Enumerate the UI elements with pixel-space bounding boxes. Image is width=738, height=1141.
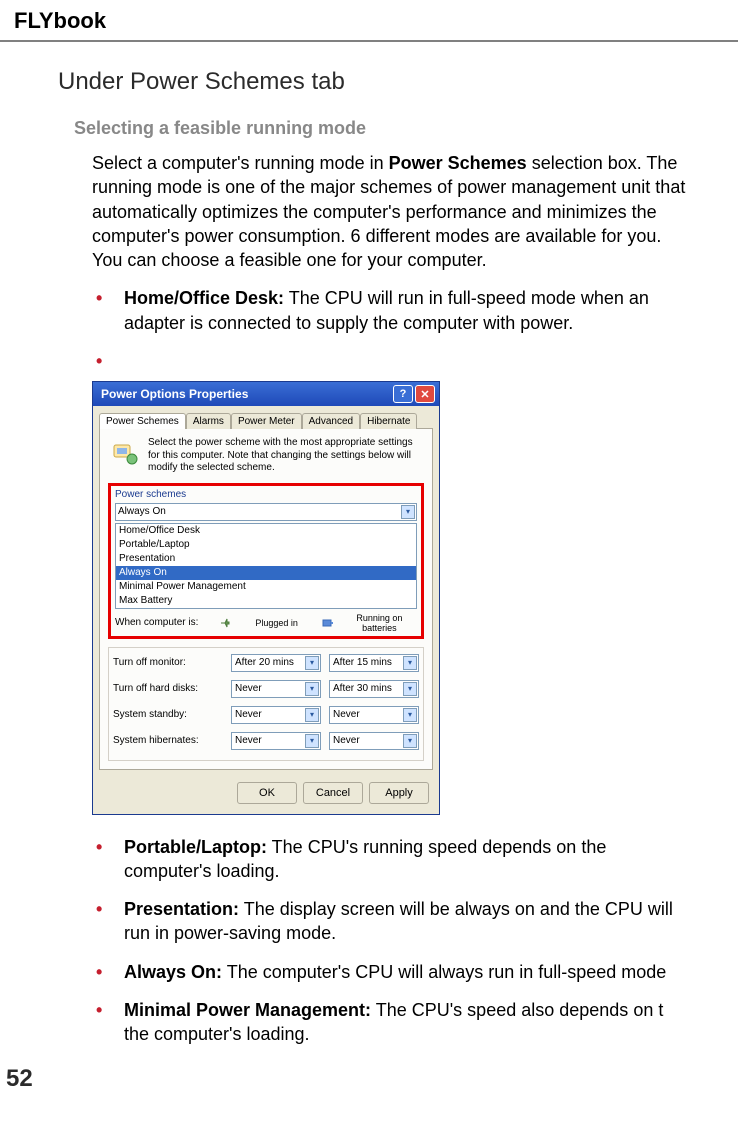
monitor-plugged-select[interactable]: After 20 mins ▾ [231, 654, 321, 672]
select-value: Never [235, 683, 262, 694]
mode-label: Presentation: [124, 899, 239, 919]
titlebar: Power Options Properties ? ✕ [93, 382, 439, 406]
hibernate-battery-select[interactable]: Never ▾ [329, 732, 419, 750]
harddisk-battery-select[interactable]: After 30 mins ▾ [329, 680, 419, 698]
intro-text-bold: Power Schemes [389, 153, 527, 173]
when-label: When computer is: [115, 617, 212, 628]
close-button[interactable]: ✕ [415, 385, 435, 403]
help-button[interactable]: ? [393, 385, 413, 403]
battery-icon [320, 615, 335, 631]
section-heading: Under Power Schemes tab [58, 68, 690, 96]
option-portable-laptop[interactable]: Portable/Laptop [116, 538, 416, 552]
select-value: After 20 mins [235, 657, 294, 668]
plugged-header: Plugged in [239, 618, 314, 628]
apply-button[interactable]: Apply [369, 782, 429, 804]
settings-group: Turn off monitor: After 20 mins ▾ After 1… [108, 647, 424, 761]
brand-logo: FLYbook [14, 8, 106, 33]
option-max-battery[interactable]: Max Battery [116, 594, 416, 608]
tab-body: Select the power scheme with the most ap… [99, 428, 433, 770]
page-number: 52 [6, 1065, 33, 1093]
plug-icon [218, 615, 233, 631]
mode-item: Minimal Power Management: The CPU's spee… [96, 998, 690, 1047]
modes-list-before: Home/Office Desk: The CPU will run in fu… [96, 286, 690, 367]
group-label: Power schemes [115, 489, 417, 500]
chevron-down-icon: ▾ [401, 505, 415, 519]
tab-alarms[interactable]: Alarms [186, 413, 231, 429]
harddisk-plugged-select[interactable]: Never ▾ [231, 680, 321, 698]
modes-list-after: Portable/Laptop: The CPU's running speed… [96, 835, 690, 1047]
standby-battery-select[interactable]: Never ▾ [329, 706, 419, 724]
option-always-on[interactable]: Always On [116, 566, 416, 580]
tab-strip: Power Schemes Alarms Power Meter Advance… [93, 406, 439, 428]
mode-item-empty [96, 349, 690, 367]
chevron-down-icon: ▾ [305, 734, 319, 748]
cancel-button[interactable]: Cancel [303, 782, 363, 804]
row-label: Turn off hard disks: [113, 683, 223, 694]
mode-label: Home/Office Desk: [124, 288, 284, 308]
select-value: Never [333, 709, 360, 720]
tab-power-meter[interactable]: Power Meter [231, 413, 302, 429]
dialog-intro-text: Select the power scheme with the most ap… [148, 437, 424, 475]
row-label: System hibernates: [113, 735, 223, 746]
row-label: System standby: [113, 709, 223, 720]
chevron-down-icon: ▾ [305, 708, 319, 722]
chevron-down-icon: ▾ [403, 708, 417, 722]
chevron-down-icon: ▾ [403, 734, 417, 748]
mode-text: The computer's CPU will always run in fu… [222, 962, 666, 982]
ok-button[interactable]: OK [237, 782, 297, 804]
monitor-battery-select[interactable]: After 15 mins ▾ [329, 654, 419, 672]
mode-label: Portable/Laptop: [124, 837, 267, 857]
option-minimal-power[interactable]: Minimal Power Management [116, 580, 416, 594]
dialog-title: Power Options Properties [97, 387, 391, 401]
chevron-down-icon: ▾ [403, 656, 417, 670]
row-label: Turn off monitor: [113, 657, 223, 668]
power-icon [108, 437, 140, 469]
combo-value: Always On [118, 506, 166, 517]
select-value: Never [235, 709, 262, 720]
mode-item: Portable/Laptop: The CPU's running speed… [96, 835, 690, 884]
tab-hibernate[interactable]: Hibernate [360, 413, 417, 429]
option-presentation[interactable]: Presentation [116, 552, 416, 566]
highlighted-selection-area: Power schemes Always On ▾ Home/Office De… [108, 483, 424, 639]
chevron-down-icon: ▾ [305, 682, 319, 696]
divider [0, 40, 738, 42]
mode-label: Always On: [124, 962, 222, 982]
tab-advanced[interactable]: Advanced [302, 413, 360, 429]
hibernate-plugged-select[interactable]: Never ▾ [231, 732, 321, 750]
select-value: Never [333, 735, 360, 746]
tab-power-schemes[interactable]: Power Schemes [99, 413, 186, 429]
select-value: After 15 mins [333, 657, 392, 668]
power-scheme-listbox[interactable]: Home/Office Desk Portable/Laptop Present… [115, 523, 417, 609]
select-value: After 30 mins [333, 683, 392, 694]
option-home-office[interactable]: Home/Office Desk [116, 524, 416, 538]
mode-item: Home/Office Desk: The CPU will run in fu… [96, 286, 690, 335]
subsection-heading: Selecting a feasible running mode [74, 118, 690, 139]
mode-label: Minimal Power Management: [124, 1000, 371, 1020]
intro-text-prefix: Select a computer's running mode in [92, 153, 389, 173]
chevron-down-icon: ▾ [403, 682, 417, 696]
standby-plugged-select[interactable]: Never ▾ [231, 706, 321, 724]
chevron-down-icon: ▾ [305, 656, 319, 670]
power-scheme-combo[interactable]: Always On ▾ [115, 503, 417, 521]
select-value: Never [235, 735, 262, 746]
mode-item: Presentation: The display screen will be… [96, 897, 690, 946]
mode-item: Always On: The computer's CPU will alway… [96, 960, 690, 984]
intro-paragraph: Select a computer's running mode in Powe… [92, 151, 690, 272]
power-options-dialog: Power Options Properties ? ✕ Power Schem… [92, 381, 440, 815]
battery-header: Running on batteries [342, 613, 417, 633]
dialog-figure: Power Options Properties ? ✕ Power Schem… [92, 381, 690, 815]
